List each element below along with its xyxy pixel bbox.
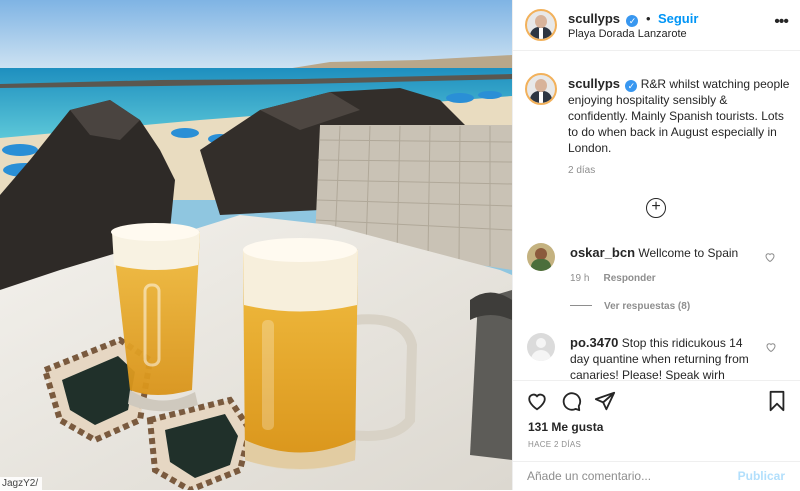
- like-count[interactable]: 131 Me gusta: [528, 420, 603, 434]
- comment-time[interactable]: 19 h: [570, 273, 589, 284]
- comment-text: Wellcome to Spain: [638, 246, 739, 260]
- commenter-avatar[interactable]: [527, 243, 555, 271]
- author-avatar[interactable]: [525, 9, 557, 41]
- comment-meta: 19 h Responder: [570, 273, 656, 284]
- replies-divider: [570, 305, 592, 306]
- comment-item: po.3470 Stop this ridicukous 14 day quan…: [570, 335, 752, 380]
- comment-bar: Publicar: [513, 461, 800, 491]
- view-replies-label: Ver respuestas (8): [604, 301, 691, 312]
- caption-author-avatar[interactable]: [525, 73, 557, 105]
- beach-beer-photo: [0, 0, 512, 490]
- heart-icon[interactable]: [765, 341, 777, 353]
- publish-button[interactable]: Publicar: [738, 469, 785, 483]
- reply-button[interactable]: Responder: [603, 273, 655, 284]
- url-fragment: JagzY2/: [0, 477, 43, 490]
- comment-icon[interactable]: [560, 390, 582, 412]
- bookmark-icon[interactable]: [766, 390, 788, 412]
- caption-timestamp[interactable]: 2 días: [568, 165, 595, 176]
- heart-icon[interactable]: [764, 251, 776, 263]
- commenter-avatar[interactable]: [527, 333, 555, 361]
- author-username[interactable]: scullyps: [568, 11, 620, 26]
- verified-icon: ✓: [626, 15, 639, 27]
- follow-button[interactable]: Seguir: [658, 11, 698, 26]
- ellipsis-icon[interactable]: •••: [774, 13, 789, 31]
- caption-username[interactable]: scullyps: [568, 76, 620, 91]
- verified-icon: ✓: [625, 80, 638, 92]
- paper-plane-icon[interactable]: [594, 390, 616, 412]
- comment-item: oskar_bcn Wellcome to Spain: [570, 245, 770, 261]
- post-header: scullyps ✓ • Seguir Playa Dorada Lanzaro…: [513, 0, 800, 51]
- comment-username[interactable]: oskar_bcn: [570, 245, 635, 260]
- comment-username[interactable]: po.3470: [570, 335, 618, 350]
- location-link[interactable]: Playa Dorada Lanzarote: [568, 28, 687, 40]
- author-line: scullyps ✓ • Seguir: [568, 10, 698, 28]
- post-detail-panel: scullyps ✓ • Seguir Playa Dorada Lanzaro…: [512, 0, 800, 490]
- post-date[interactable]: HACE 2 DÍAS: [528, 440, 581, 449]
- comment-input[interactable]: [527, 469, 727, 483]
- comment-scroll-area[interactable]: po.3470 Stop this ridicukous 14 day quan…: [513, 330, 800, 380]
- post-photo[interactable]: JagzY2/: [0, 0, 512, 490]
- separator-dot: •: [645, 11, 651, 26]
- plus-circle-icon[interactable]: +: [646, 198, 666, 218]
- heart-icon[interactable]: [526, 390, 548, 412]
- post-caption: scullyps ✓ R&R whilst watching people en…: [568, 76, 790, 156]
- view-replies-button[interactable]: Ver respuestas (8): [570, 301, 690, 312]
